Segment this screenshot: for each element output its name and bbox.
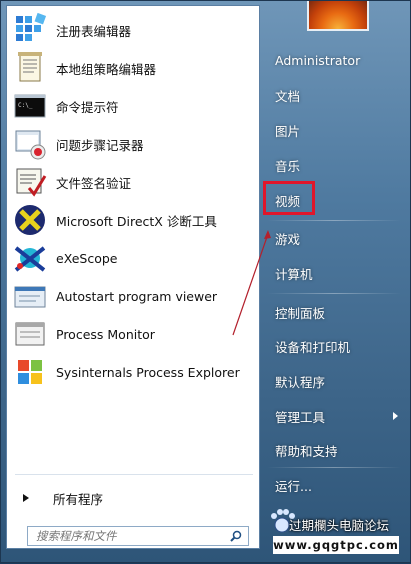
watermark-text: 过期欄头电脑论坛 (289, 518, 390, 533)
pointer-arrow (232, 230, 271, 336)
start-menu: 注册表编辑器 本地组策略编辑器 C:\_ 命令提示符 问题步骤记录器 文件签名验… (0, 0, 411, 563)
watermark-url: www.gqgtpc.com (273, 536, 399, 554)
watermark: 过期欄头电脑论坛 www.gqgtpc.com (263, 505, 411, 561)
